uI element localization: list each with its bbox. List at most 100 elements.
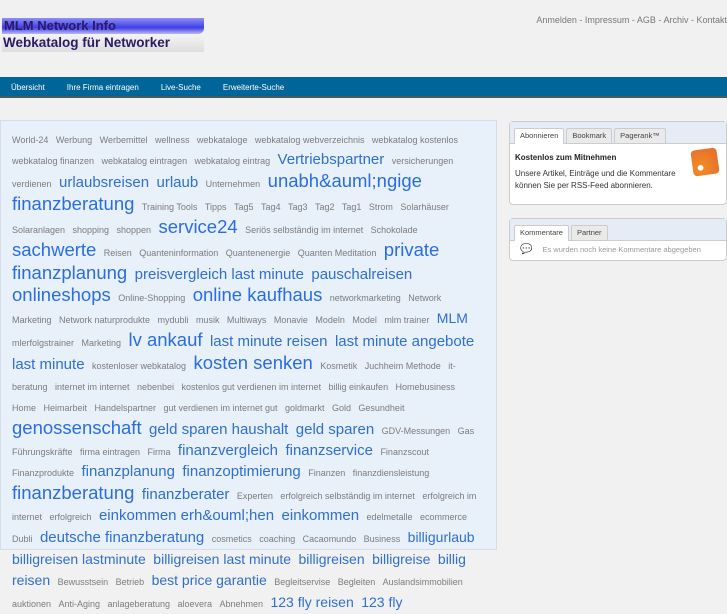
- tab-bookmark[interactable]: Bookmark: [566, 128, 613, 143]
- tag-link[interactable]: Tag5: [234, 202, 254, 212]
- tab-pagerank[interactable]: Pagerank™: [614, 128, 666, 143]
- agb-link[interactable]: AGB: [637, 15, 656, 25]
- tag-link[interactable]: 123 fly reisen: [270, 594, 353, 610]
- tag-link[interactable]: webkatalog eintragen: [102, 156, 188, 166]
- tab-partner[interactable]: Partner: [570, 225, 608, 240]
- tag-link[interactable]: webkatalog finanzen: [12, 156, 94, 166]
- tag-link[interactable]: erfolgreich: [49, 512, 91, 522]
- tag-link[interactable]: finanzplanung: [82, 463, 175, 480]
- tag-link[interactable]: geld sparen: [296, 421, 374, 438]
- nav-add-company[interactable]: Ihre Firma eintragen: [67, 77, 139, 98]
- tag-link[interactable]: anlageberatung: [107, 599, 170, 609]
- tag-link[interactable]: wellness: [155, 135, 190, 145]
- tag-link[interactable]: Unternehmen: [206, 179, 261, 189]
- tag-link[interactable]: webkatalog kostenlos: [372, 135, 458, 145]
- tag-link[interactable]: shoppen: [117, 225, 152, 235]
- tag-link[interactable]: Betrieb: [116, 577, 145, 587]
- rss-feed-icon[interactable]: [690, 147, 720, 177]
- tag-link[interactable]: Handelspartner: [94, 403, 156, 413]
- tag-link[interactable]: World-24: [12, 135, 48, 145]
- tag-link[interactable]: Quanten Meditation: [298, 248, 377, 258]
- tag-link[interactable]: finanzoptimierung: [182, 463, 300, 480]
- tag-link[interactable]: gut verdienen im internet gut: [163, 403, 277, 413]
- tag-link[interactable]: nebenbei: [137, 382, 174, 392]
- tag-link[interactable]: last minute angebote: [335, 333, 474, 350]
- tag-link[interactable]: goldmarkt: [285, 403, 325, 413]
- tag-link[interactable]: finanzberatung: [12, 482, 134, 503]
- tag-link[interactable]: genossenschaft: [12, 417, 142, 438]
- tag-link[interactable]: Anti-Aging: [59, 599, 101, 609]
- tag-link[interactable]: webkatalog eintrag: [195, 156, 271, 166]
- tag-link[interactable]: Werbemittel: [100, 135, 148, 145]
- tag-link[interactable]: Multiways: [227, 315, 267, 325]
- tag-link[interactable]: 123 fly: [361, 594, 402, 610]
- tag-link[interactable]: Online-Shopping: [118, 293, 185, 303]
- site-logo[interactable]: MLM Network Info Webkatalog für Networke…: [2, 18, 204, 54]
- tag-link[interactable]: Werbung: [56, 135, 92, 145]
- tag-link[interactable]: urlaubsreisen: [59, 174, 149, 191]
- tag-link[interactable]: einkommen erh&ouml;hen: [99, 507, 274, 524]
- tag-link[interactable]: Vertriebspartner: [278, 151, 385, 168]
- tag-link[interactable]: Gesundheit: [358, 403, 404, 413]
- tag-link[interactable]: preisvergleich last minute: [135, 266, 304, 283]
- tag-link[interactable]: Solarhäuser: [400, 202, 449, 212]
- tag-link[interactable]: Abnehmen: [219, 599, 263, 609]
- tag-link[interactable]: kostenloser webkatalog: [92, 361, 186, 371]
- tag-link[interactable]: pauschalreisen: [311, 266, 412, 283]
- tag-link[interactable]: Tag3: [288, 202, 308, 212]
- tag-link[interactable]: Auslandsimmobilien: [383, 577, 463, 587]
- tag-link[interactable]: last minute reisen: [210, 333, 328, 350]
- tag-link[interactable]: Tag1: [342, 202, 362, 212]
- tag-link[interactable]: billigurlaub: [408, 529, 475, 545]
- tag-link[interactable]: networkmarketing: [330, 293, 401, 303]
- tag-link[interactable]: firma eintragen: [80, 447, 140, 457]
- tag-link[interactable]: billig einkaufen: [329, 382, 389, 392]
- tag-link[interactable]: service24: [159, 216, 238, 237]
- tag-link[interactable]: kosten senken: [194, 352, 313, 373]
- tag-link[interactable]: Marketing: [81, 338, 121, 348]
- tag-link[interactable]: geld sparen haushalt: [149, 421, 288, 438]
- tag-link[interactable]: Monavie: [274, 315, 308, 325]
- tag-link[interactable]: billigreisen last minute: [153, 551, 291, 567]
- tag-link[interactable]: coaching: [259, 534, 295, 544]
- tag-link[interactable]: edelmetalle: [367, 512, 413, 522]
- tag-link[interactable]: Training Tools: [142, 202, 198, 212]
- tag-link[interactable]: Reisen: [104, 248, 132, 258]
- tag-link[interactable]: lv ankauf: [128, 329, 202, 350]
- tag-link[interactable]: mlm trainer: [384, 315, 429, 325]
- tag-link[interactable]: Finanzprodukte: [12, 468, 74, 478]
- tag-link[interactable]: Heimarbeit: [43, 403, 87, 413]
- tag-link[interactable]: Begleiten: [338, 577, 376, 587]
- tag-link[interactable]: Seriös selbständig im internet: [245, 225, 363, 235]
- login-link[interactable]: Anmelden: [536, 15, 577, 25]
- tag-link[interactable]: Solaranlagen: [12, 225, 65, 235]
- tag-link[interactable]: mlerfolgstrainer: [12, 338, 74, 348]
- tag-link[interactable]: deutsche finanzberatung: [40, 529, 204, 546]
- tag-link[interactable]: musik: [196, 315, 220, 325]
- tag-link[interactable]: Bewusstsein: [58, 577, 109, 587]
- tag-link[interactable]: finanzvergleich: [178, 442, 278, 459]
- impressum-link[interactable]: Impressum: [585, 15, 630, 25]
- tag-link[interactable]: Strom: [369, 202, 393, 212]
- nav-live-search[interactable]: Live-Suche: [161, 77, 201, 98]
- tag-link[interactable]: Gold: [332, 403, 351, 413]
- contact-link[interactable]: Kontakt: [696, 15, 727, 25]
- tag-link[interactable]: Tag2: [315, 202, 335, 212]
- tag-link[interactable]: finanzdiensleistung: [353, 468, 430, 478]
- tag-link[interactable]: Firma: [147, 447, 170, 457]
- tag-link[interactable]: ecommerce: [420, 512, 467, 522]
- tag-link[interactable]: online kaufhaus: [193, 284, 323, 305]
- tab-subscribe[interactable]: Abonnieren: [514, 128, 565, 144]
- tag-link[interactable]: finanzservice: [285, 442, 373, 459]
- tag-link[interactable]: billigreisen lastminute: [12, 551, 146, 567]
- archive-link[interactable]: Archiv: [663, 15, 688, 25]
- tag-link[interactable]: Cacaomundo: [303, 534, 357, 544]
- tab-comments[interactable]: Kommentare: [514, 225, 569, 241]
- tag-link[interactable]: onlineshops: [12, 284, 111, 305]
- tag-link[interactable]: Experten: [237, 491, 273, 501]
- tag-link[interactable]: billigreise: [372, 551, 430, 567]
- tag-link[interactable]: MLM: [437, 310, 468, 326]
- tag-link[interactable]: Begleitservise: [274, 577, 330, 587]
- tag-link[interactable]: Homebusiness: [396, 382, 456, 392]
- tag-link[interactable]: Quanteninformation: [139, 248, 218, 258]
